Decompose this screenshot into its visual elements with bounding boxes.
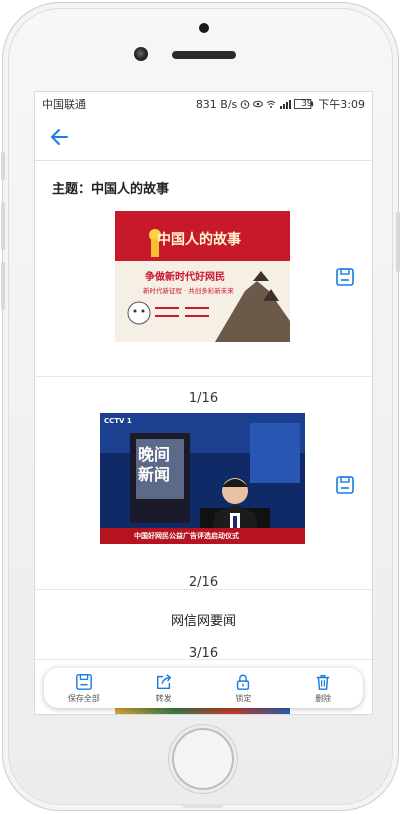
news-image-1[interactable]: 中国人的故事 争做新时代好网民 新时代新征程 · 共创多彩新未来	[115, 211, 290, 342]
battery-level: 39	[301, 99, 313, 109]
alarm-icon	[240, 100, 250, 109]
clock: 下午3:09	[318, 98, 365, 111]
save-icon	[75, 673, 92, 690]
banner-title: 中国人的故事	[157, 232, 241, 248]
forward-button[interactable]: 转发	[134, 673, 194, 704]
save-icon[interactable]	[335, 267, 355, 287]
delete-label: 删除	[315, 693, 332, 703]
home-button[interactable]	[172, 728, 234, 790]
lock-label: 锁定	[235, 693, 252, 703]
volume-down-button	[1, 262, 5, 310]
bottom-port	[183, 804, 223, 808]
tv-ticker: 中国好网民公益广告评选启动仪式	[134, 532, 239, 540]
app-screen: 中国联通 831 B/s 39 下午3:09 主题：中国人的故事 中国人的故事 …	[35, 92, 372, 714]
trash-icon	[316, 674, 330, 690]
signal-icon	[280, 100, 292, 109]
share-icon	[156, 673, 171, 689]
sensor-dot	[199, 23, 209, 33]
tv-show-title: 晚间新闻	[138, 445, 171, 484]
back-arrow-icon[interactable]	[47, 124, 73, 150]
mute-switch	[1, 152, 5, 180]
save-icon[interactable]	[335, 475, 355, 495]
lock-button[interactable]: 锁定	[213, 673, 273, 704]
wifi-icon	[266, 100, 276, 108]
news-caption: 网信网要闻	[170, 614, 236, 629]
banner-sub1: 争做新时代好网民	[145, 272, 225, 283]
bottom-toolbar: 保存全部 转发 锁定 删除	[44, 668, 363, 708]
front-camera	[134, 47, 148, 61]
banner-sub2: 新时代新征程 · 共创多彩新未来	[143, 287, 234, 295]
earpiece-speaker	[172, 51, 236, 59]
network-speed: 831 B/s	[195, 97, 238, 111]
page-counter-1: 1/16	[188, 391, 219, 406]
forward-label: 转发	[155, 693, 172, 703]
lock-icon	[237, 674, 250, 690]
divider	[35, 376, 372, 377]
delete-button[interactable]: 删除	[293, 673, 353, 704]
top-bar	[35, 114, 372, 161]
eye-icon	[253, 100, 264, 108]
page-counter-2: 2/16	[188, 575, 219, 590]
topic-title: 主题：中国人的故事	[52, 182, 170, 197]
status-bar: 中国联通 831 B/s 39 下午3:09	[35, 92, 372, 114]
save-all-label: 保存全部	[67, 693, 100, 703]
power-button	[396, 212, 400, 272]
carrier-label: 中国联通	[42, 98, 86, 111]
news-image-2[interactable]: CCTV 1 晚间新闻 中国好网民公益广告评选启动仪式	[100, 413, 305, 554]
save-all-button[interactable]: 保存全部	[54, 673, 114, 704]
tv-channel-logo: CCTV 1	[104, 417, 132, 425]
volume-up-button	[1, 202, 5, 250]
divider	[35, 659, 372, 660]
